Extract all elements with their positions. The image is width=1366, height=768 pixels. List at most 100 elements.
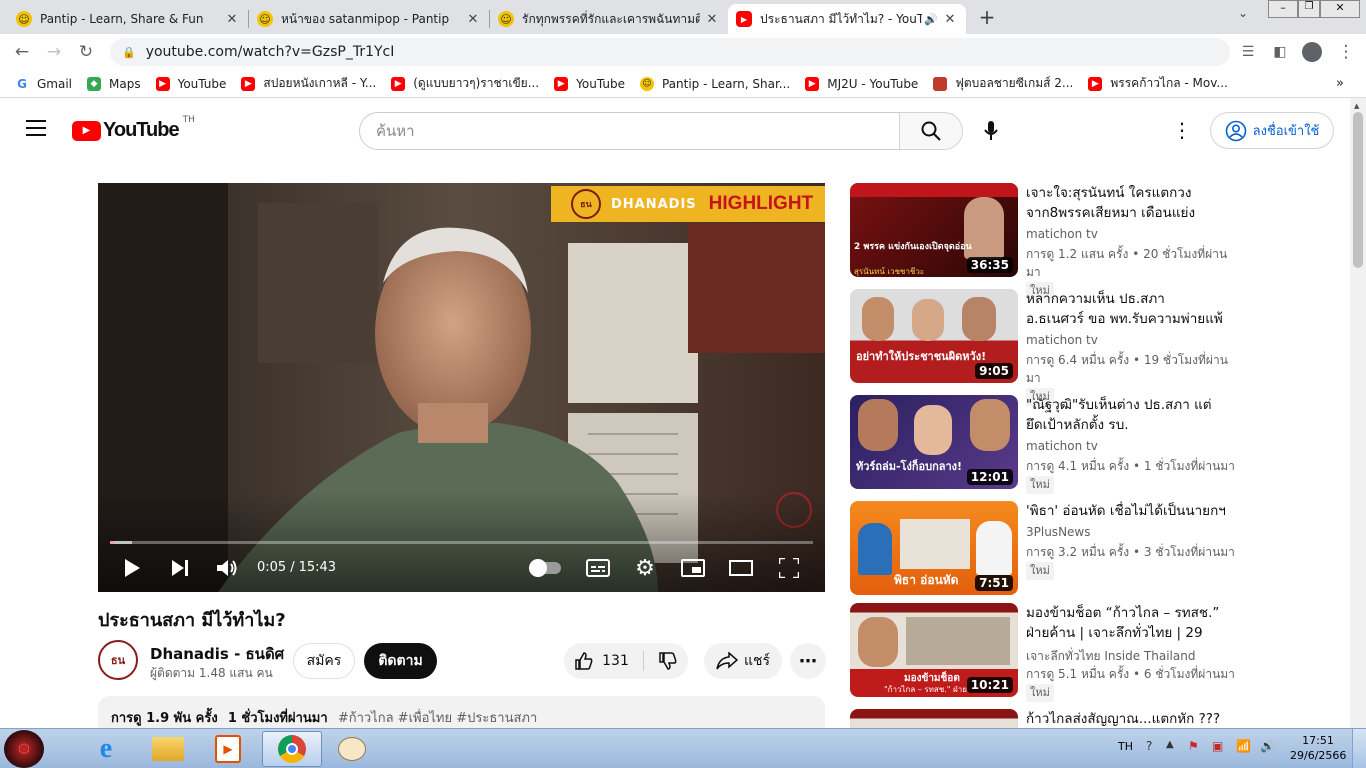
voice-search-mic-icon[interactable]: [974, 116, 1008, 146]
bookmark-spoil-korea[interactable]: ▶ สปอยหนังเกาหลี - Y...: [241, 74, 376, 93]
search-input[interactable]: ค้นหา: [359, 112, 900, 150]
clock[interactable]: 17:51 29/6/2566: [1290, 733, 1346, 763]
search-button[interactable]: [899, 112, 963, 150]
settings-more-icon[interactable]: ⋮: [1170, 118, 1194, 142]
tray-volume-icon[interactable]: 🔊: [1260, 739, 1275, 753]
hashtags[interactable]: #ก้าวไกล #เพื่อไทย #ประธานสภา: [338, 711, 537, 726]
close-icon[interactable]: ✕: [224, 12, 240, 27]
tray-antivirus-icon[interactable]: ▣: [1212, 739, 1223, 753]
share-button[interactable]: แชร์: [704, 643, 782, 679]
bookmark-football[interactable]: ฟุตบอลชายซีเกมส์ 2...: [933, 74, 1073, 93]
recommendation-channel[interactable]: เจาะลึกทั่วไทย Inside Thailand: [1026, 647, 1195, 666]
browser-tab-3[interactable]: ☺ รักทุกพรรคที่รักและเคารพฉันทามติฯ ✕: [490, 4, 728, 34]
volume-icon[interactable]: [214, 556, 242, 580]
miniplayer-icon[interactable]: [679, 556, 707, 580]
like-button[interactable]: 131: [574, 651, 644, 671]
theater-mode-icon[interactable]: [727, 556, 755, 580]
fullscreen-icon[interactable]: [775, 556, 803, 580]
bookmark-youtube-2[interactable]: ▶ YouTube: [554, 76, 625, 91]
subscribe-button[interactable]: ติดตาม: [364, 643, 437, 679]
tray-help-icon[interactable]: ?: [1146, 739, 1152, 753]
media-player-icon[interactable]: ▶: [200, 731, 256, 767]
recommendation-title[interactable]: ก้าวไกลส่งสัญญาณ...แตกหัก ??? |: [1026, 709, 1226, 728]
scroll-up-arrow-icon[interactable]: ▲: [1354, 102, 1359, 110]
scrollbar-thumb[interactable]: [1353, 112, 1363, 268]
side-panel-icon[interactable]: ◧: [1268, 40, 1292, 64]
file-explorer-icon[interactable]: [140, 731, 196, 767]
close-icon[interactable]: ✕: [704, 12, 720, 27]
recommendation-channel[interactable]: matichon tv: [1026, 227, 1098, 241]
browser-tab-1[interactable]: ☺ Pantip - Learn, Share & Fun ✕: [8, 4, 248, 34]
recommendation-channel[interactable]: matichon tv: [1026, 333, 1098, 347]
video-thumbnail[interactable]: [850, 709, 1018, 728]
speaker-icon[interactable]: 🔊: [924, 13, 938, 26]
profile-icon[interactable]: [1300, 40, 1324, 64]
page-scrollbar[interactable]: ▲: [1350, 98, 1366, 728]
dislike-button[interactable]: [644, 651, 678, 671]
recommendation-title[interactable]: เจาะใจ:สุรนันทน์ ใครแตกวง จาก8พรรคเสียหม…: [1026, 183, 1226, 223]
channel-name[interactable]: Dhanadis - ธนดิศ: [150, 642, 284, 666]
video-thumbnail[interactable]: ทัวร์ถล่ม-โง่ก็อบกลาง! 12:01: [850, 395, 1018, 489]
close-icon[interactable]: ✕: [942, 12, 958, 27]
recommendation-item[interactable]: มองข้ามช็อต "ก้าวไกล – รทสช." ฝ่าย 10:21…: [850, 603, 1340, 702]
video-thumbnail[interactable]: อย่าทำให้ประชาชนผิดหวัง! 9:05: [850, 289, 1018, 383]
bookmark-mj2u[interactable]: ▶ MJ2U - YouTube: [805, 76, 918, 91]
window-close-button[interactable]: ✕: [1320, 0, 1360, 18]
youtube-logo[interactable]: ▶ YouTube TH: [72, 115, 195, 142]
bookmark-pantip[interactable]: ☺ Pantip - Learn, Shar...: [639, 76, 790, 91]
tray-flag-icon[interactable]: ⚑: [1188, 739, 1199, 753]
address-bar[interactable]: 🔒 youtube.com/watch?v=GzsP_Tr1YcI: [110, 38, 1230, 66]
autoplay-toggle-icon[interactable]: [528, 556, 562, 580]
internet-explorer-icon[interactable]: e: [78, 731, 134, 767]
back-arrow-icon[interactable]: ←: [10, 40, 34, 64]
forward-arrow-icon[interactable]: →: [42, 40, 66, 64]
video-thumbnail[interactable]: 2 พรรค แข่งกันเองเปิดจุดอ่อน สุรนันทน์ เ…: [850, 183, 1018, 277]
show-desktop-button[interactable]: [1352, 729, 1366, 768]
recommendation-item[interactable]: พิธา อ่อนหัด 7:51 'พิธา' อ่อนหัด เชื่อไม…: [850, 501, 1340, 596]
recommendation-channel[interactable]: matichon tv: [1026, 439, 1098, 453]
video-player[interactable]: ธน DHANADIS HIGHLIGHT: [98, 183, 825, 592]
tab-search-chevron-icon[interactable]: ⌄: [1238, 6, 1248, 20]
reading-list-icon[interactable]: ☰: [1236, 40, 1260, 64]
bookmark-maps[interactable]: ◆ Maps: [87, 76, 141, 91]
recommendation-item[interactable]: ก้าวไกลส่งสัญญาณ...แตกหัก ??? |: [850, 709, 1340, 728]
progress-bar[interactable]: [110, 541, 813, 544]
new-tab-button[interactable]: +: [976, 6, 998, 28]
recommendation-title[interactable]: มองข้ามช็อต “ก้าวไกล – รทสช.” ฝ่ายค้าน |…: [1026, 603, 1226, 643]
tray-expand-icon[interactable]: ▲: [1166, 739, 1174, 750]
recommendation-title[interactable]: หลากความเห็น ปธ.สภา อ.ธเนศวร์ ขอ พท.รับค…: [1026, 289, 1226, 329]
sign-in-button[interactable]: ลงชื่อเข้าใช้: [1210, 112, 1334, 149]
join-button[interactable]: สมัคร: [293, 643, 355, 679]
recommendation-item[interactable]: 2 พรรค แข่งกันเองเปิดจุดอ่อน สุรนันทน์ เ…: [850, 183, 1340, 300]
input-language[interactable]: TH: [1118, 740, 1133, 753]
browser-tab-2[interactable]: ☺ หน้าของ satanmipop - Pantip ✕: [249, 4, 489, 34]
play-icon[interactable]: [118, 556, 146, 580]
more-bookmarks-button[interactable]: »: [1336, 76, 1344, 91]
hamburger-menu-icon[interactable]: [26, 120, 46, 136]
minimize-button[interactable]: –: [1268, 0, 1298, 18]
recommendation-channel[interactable]: 3PlusNews: [1026, 525, 1091, 539]
paint-icon[interactable]: [324, 731, 380, 767]
more-actions-icon[interactable]: ⋯: [790, 643, 826, 679]
recommendation-title[interactable]: 'พิธา' อ่อนหัด เชื่อไม่ได้เป็นนายกฯ: [1026, 501, 1226, 521]
restore-button[interactable]: ❐: [1298, 0, 1320, 18]
video-thumbnail[interactable]: มองข้ามช็อต "ก้าวไกล – รทสช." ฝ่าย 10:21: [850, 603, 1018, 697]
close-icon[interactable]: ✕: [465, 12, 481, 27]
bookmark-move-forward[interactable]: ▶ พรรคก้าวไกล - Mov...: [1088, 74, 1228, 93]
browser-menu-icon[interactable]: ⋮: [1334, 40, 1358, 64]
bookmark-youtube[interactable]: ▶ YouTube: [155, 76, 226, 91]
recommendation-item[interactable]: ทัวร์ถล่ม-โง่ก็อบกลาง! 12:01 "ณัฐวุฒิ"รั…: [850, 395, 1340, 494]
subtitles-icon[interactable]: [584, 556, 612, 580]
reload-icon[interactable]: ↻: [74, 40, 98, 64]
chrome-taskbar-icon[interactable]: [262, 731, 322, 767]
channel-avatar[interactable]: ธน: [98, 640, 138, 680]
bookmark-long-watch[interactable]: ▶ (ดูแบบยาวๆ)ราชาเขีย...: [391, 74, 539, 93]
browser-tab-active[interactable]: ▶ ประธานสภา มีไว้ทำไม? - YouT 🔊 ✕: [728, 4, 966, 34]
next-video-icon[interactable]: [166, 556, 194, 580]
tray-network-icon[interactable]: 📶: [1236, 739, 1251, 753]
bookmark-gmail[interactable]: G Gmail: [15, 77, 72, 91]
recommendation-item[interactable]: อย่าทำให้ประชาชนผิดหวัง! 9:05 หลากความเห…: [850, 289, 1340, 406]
settings-gear-icon[interactable]: ⚙: [631, 556, 659, 581]
start-button[interactable]: ⬡: [4, 730, 44, 768]
recommendation-title[interactable]: "ณัฐวุฒิ"รับเห็นต่าง ปธ.สภา แต่ยึดเป้าหล…: [1026, 395, 1226, 435]
